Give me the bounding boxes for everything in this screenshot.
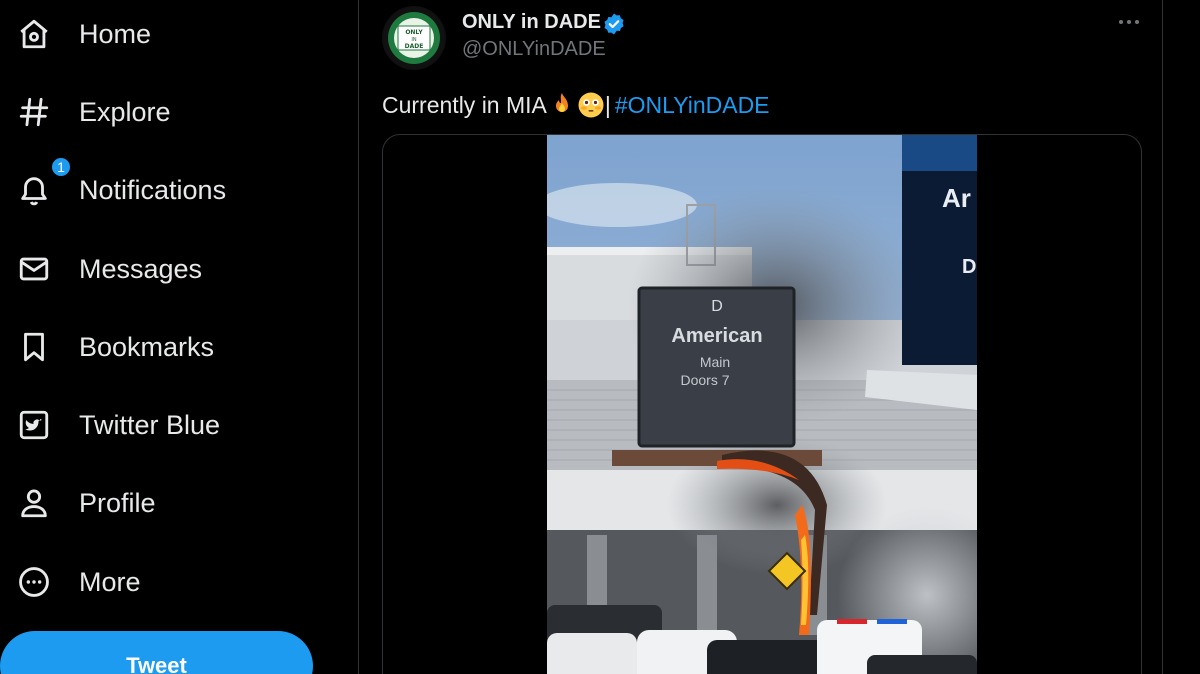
home-icon <box>16 16 52 52</box>
more-options-icon[interactable] <box>1116 12 1142 32</box>
sign-letter: D <box>711 298 723 315</box>
sidebar-item-label: Profile <box>79 487 156 518</box>
flushed-face-emoji-icon <box>577 91 605 119</box>
sign-line-1: Main <box>700 354 730 370</box>
more-circle-icon <box>16 564 52 600</box>
corner-sign-text-1: Ar <box>942 183 971 213</box>
timeline-right-border <box>1162 0 1163 674</box>
tweet-body-text: Currently in MIA <box>382 91 547 118</box>
sidebar-item-label: More <box>79 566 141 597</box>
tweet-text: Currently in MIA | #ONLYinDADE <box>382 91 770 119</box>
person-icon <box>16 485 52 521</box>
sidebar-item-label: Twitter Blue <box>79 409 221 440</box>
author-handle[interactable]: @ONLYinDADE <box>462 38 606 61</box>
sign-title: American <box>671 325 762 347</box>
envelope-icon <box>16 251 52 287</box>
tweet-video[interactable]: Ar D D American Main Doors 7 <box>547 135 977 674</box>
author-name[interactable]: ONLY in DADE <box>462 11 601 34</box>
twitter-blue-icon <box>16 407 52 443</box>
tweet-button[interactable]: Tweet <box>0 631 313 674</box>
hashtag-icon <box>16 94 52 130</box>
hashtag-link[interactable]: #ONLYinDADE <box>615 92 770 119</box>
bell-icon: 1 <box>16 156 72 208</box>
avatar-text-top: ONLY <box>405 29 423 36</box>
tweet-separator: | <box>604 91 611 118</box>
timeline-left-border <box>358 0 359 674</box>
sidebar-item-label: Notifications <box>79 174 227 205</box>
corner-sign-text-2: D <box>962 256 976 278</box>
avatar[interactable]: ONLY IN DADE <box>382 6 446 70</box>
sign-line-2: Doors 7 <box>680 372 729 388</box>
avatar-text-bottom: DADE <box>405 43 424 50</box>
bookmark-icon <box>16 329 52 365</box>
sidebar-item-label: Bookmarks <box>79 331 215 362</box>
tweet-media-card: Ar D D American Main Doors 7 <box>382 134 1142 674</box>
fire-emoji-icon <box>548 91 576 119</box>
sidebar-nav: Home Explore 1 Notifications Messages Bo… <box>0 0 358 674</box>
notification-badge: 1 <box>50 156 72 178</box>
sidebar-item-label: Messages <box>79 253 203 284</box>
sidebar-item-label: Home <box>79 18 152 49</box>
sidebar-item-label: Explore <box>79 96 171 127</box>
verified-badge-icon <box>602 12 626 36</box>
